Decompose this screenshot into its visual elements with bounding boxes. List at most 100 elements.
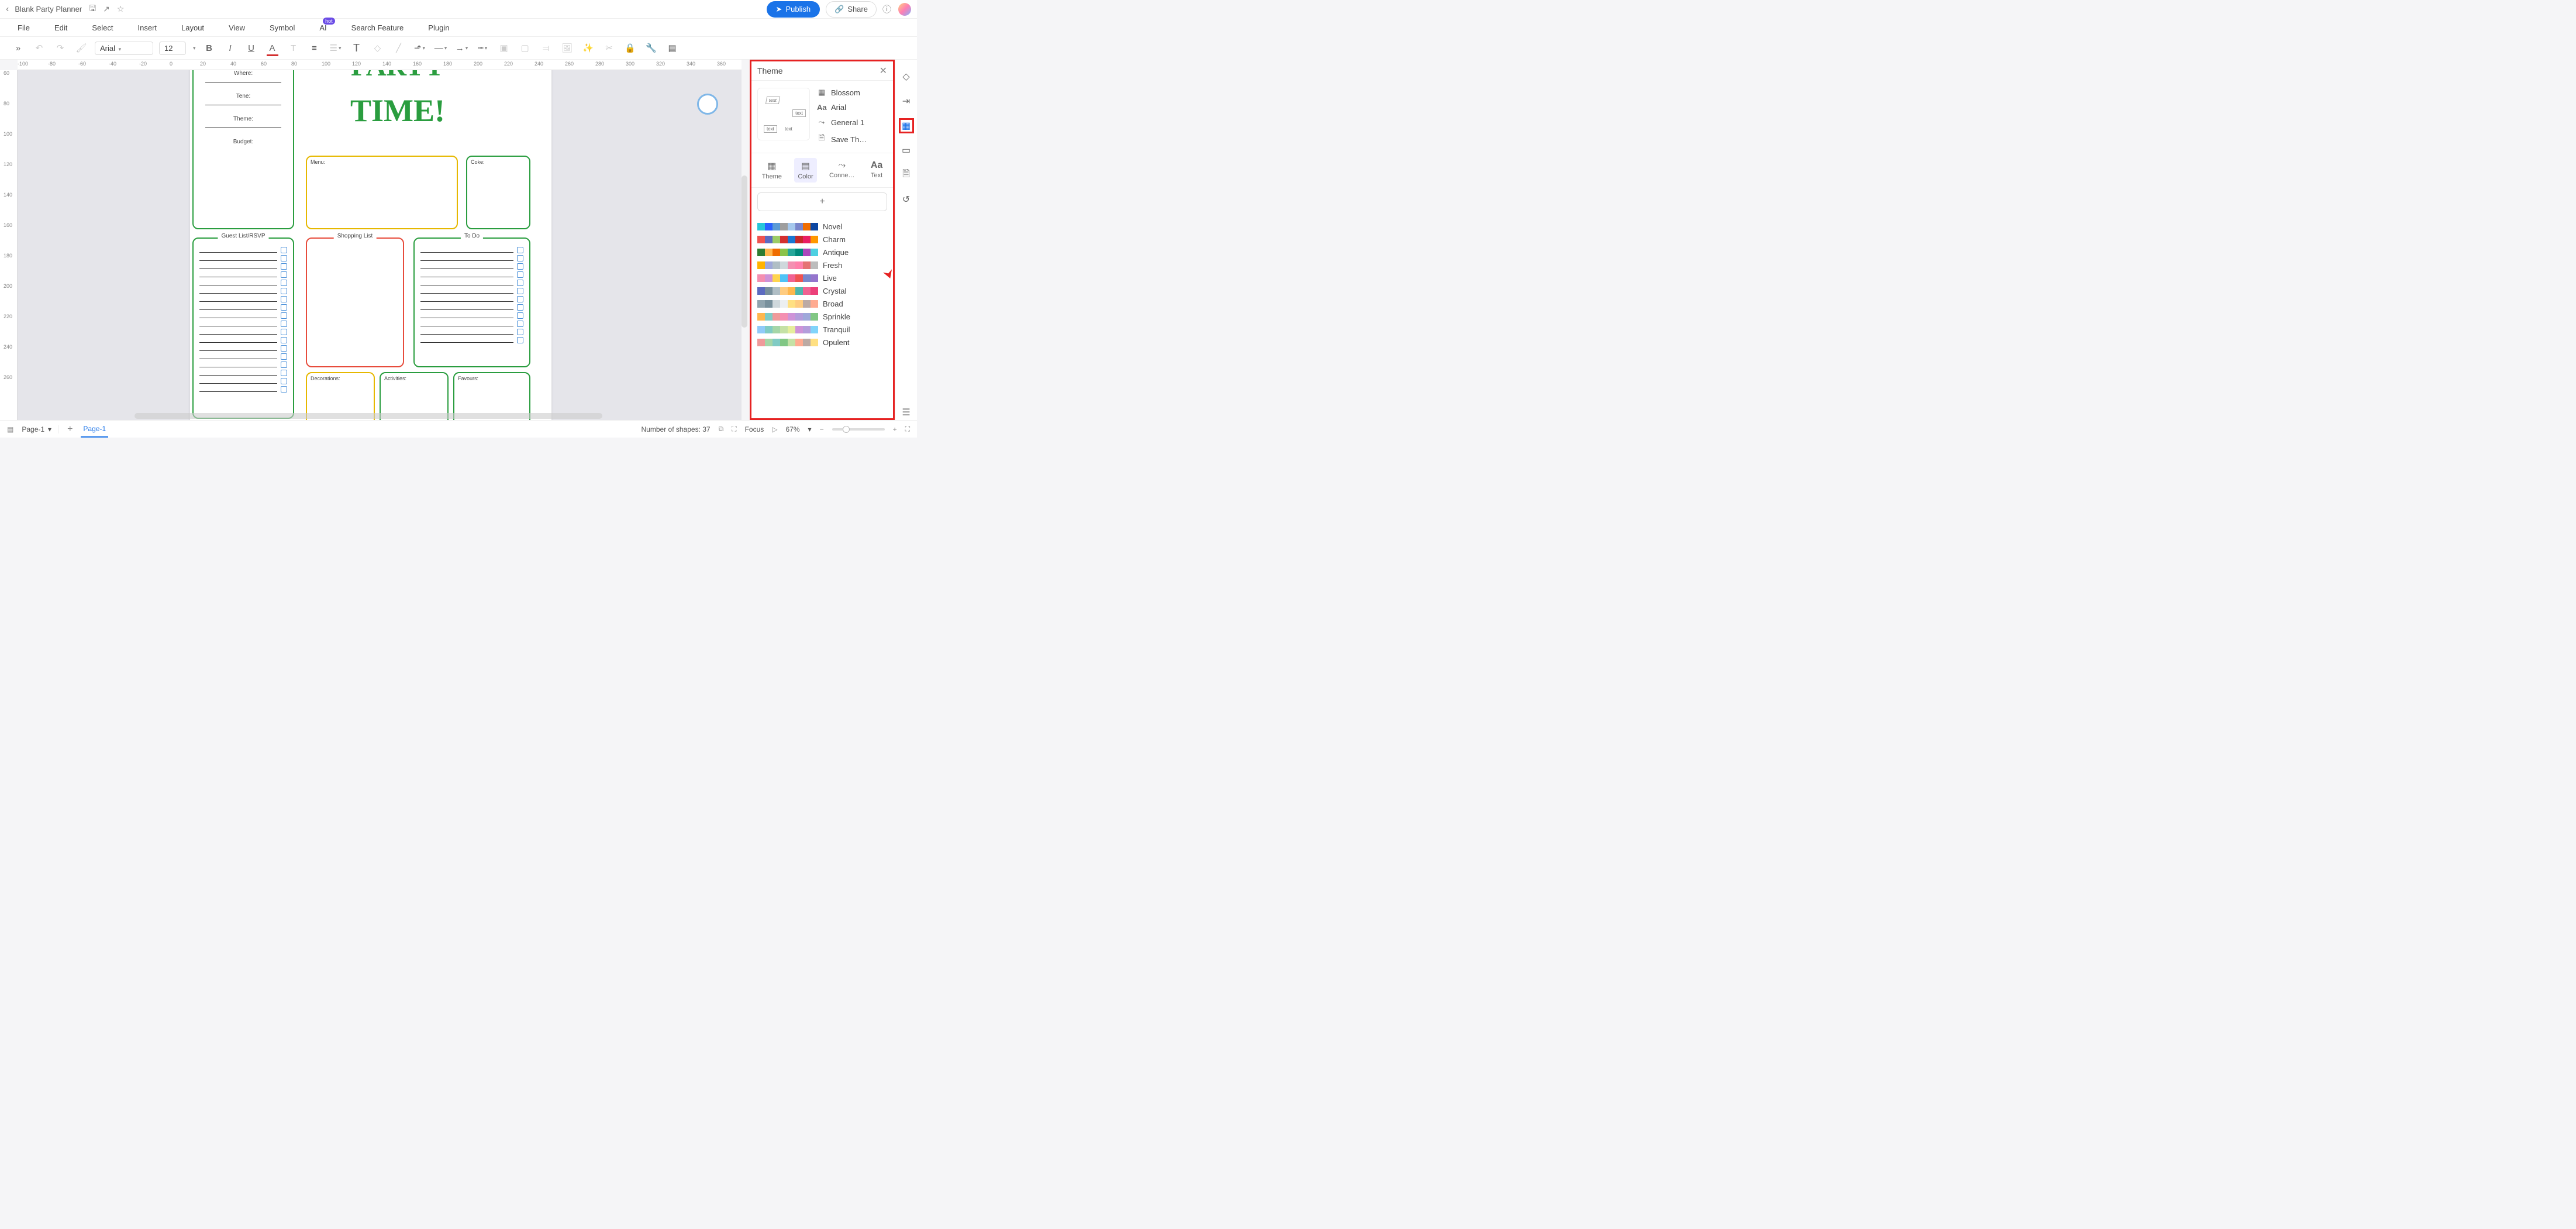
pages-icon[interactable]: ▤ <box>7 425 13 433</box>
bold-icon[interactable]: B <box>202 40 217 56</box>
page-select[interactable]: Page-1 ▾ <box>22 425 59 433</box>
menu-view[interactable]: View <box>229 23 245 32</box>
palette-novel[interactable]: Novel <box>757 222 887 231</box>
close-icon[interactable]: ✕ <box>880 65 887 77</box>
page-icon[interactable]: 🗎 <box>899 167 914 183</box>
menu-file[interactable]: File <box>18 23 30 32</box>
menu-edit[interactable]: Edit <box>54 23 67 32</box>
open-external-icon[interactable]: ↗ <box>103 4 110 14</box>
checkbox[interactable] <box>281 345 287 352</box>
checkbox[interactable] <box>281 288 287 294</box>
checkbox[interactable] <box>517 280 523 286</box>
lock-icon[interactable]: 🔒 <box>623 40 638 56</box>
sparkle-icon[interactable]: ✨ <box>581 40 596 56</box>
zoom-slider[interactable] <box>832 428 885 431</box>
horizontal-scrollbar[interactable] <box>135 413 602 419</box>
menu-layout[interactable]: Layout <box>181 23 204 32</box>
layout-icon[interactable]: ▤ <box>665 40 680 56</box>
dash-icon[interactable]: ┉▾ <box>475 40 491 56</box>
checkbox[interactable] <box>281 304 287 311</box>
italic-icon[interactable]: I <box>223 40 238 56</box>
share-button[interactable]: 🔗Share <box>826 1 877 18</box>
checkbox[interactable] <box>281 337 287 343</box>
checkbox[interactable] <box>281 280 287 286</box>
checkbox[interactable] <box>281 312 287 319</box>
checkbox[interactable] <box>517 288 523 294</box>
checkbox[interactable] <box>281 329 287 335</box>
checkbox[interactable] <box>281 263 287 270</box>
checkbox[interactable] <box>517 296 523 302</box>
canvas[interactable]: PARTY TIME! Where: Tene: Theme: Budget: … <box>18 70 742 420</box>
brush-icon[interactable]: 🖌 <box>74 40 89 56</box>
avatar[interactable] <box>898 3 911 16</box>
group-icon[interactable]: ▣ <box>496 40 512 56</box>
list-icon[interactable]: ☰ <box>899 405 914 420</box>
line-spacing-icon[interactable]: ☰▾ <box>328 40 343 56</box>
checkbox[interactable] <box>281 271 287 278</box>
tab-text[interactable]: AaText <box>867 158 886 183</box>
checkbox[interactable] <box>517 247 523 253</box>
redo-icon[interactable]: ↷ <box>53 40 68 56</box>
checkbox[interactable] <box>281 255 287 261</box>
font-select[interactable]: Arial ▾ <box>95 42 153 55</box>
zoom-value[interactable]: 67% <box>786 425 800 433</box>
present-icon[interactable]: ▭ <box>899 143 914 158</box>
align-objects-icon[interactable]: ⫤ <box>539 40 554 56</box>
menu-ai[interactable]: AIhot <box>319 23 326 32</box>
star-icon[interactable]: ☆ <box>117 4 125 14</box>
palette-opulent[interactable]: Opulent <box>757 338 887 347</box>
vertical-scrollbar[interactable] <box>742 175 747 328</box>
menu-plugin[interactable]: Plugin <box>428 23 449 32</box>
font-size-select[interactable]: 12 <box>159 42 186 55</box>
arrow-icon[interactable]: →▾ <box>454 40 470 56</box>
checkbox[interactable] <box>281 353 287 360</box>
undo-icon[interactable]: ↶ <box>32 40 47 56</box>
menu-search-feature[interactable]: Search Feature <box>351 23 404 32</box>
checkbox[interactable] <box>281 370 287 376</box>
underline-icon[interactable]: U <box>244 40 259 56</box>
checkbox[interactable] <box>517 337 523 343</box>
palette-crystal[interactable]: Crystal <box>757 287 887 295</box>
tab-connector[interactable]: ⤳Conne… <box>826 158 858 183</box>
checkbox[interactable] <box>281 321 287 327</box>
menu-insert[interactable]: Insert <box>138 23 157 32</box>
palette-tranquil[interactable]: Tranquil <box>757 325 887 334</box>
history-icon[interactable]: ↺ <box>899 192 914 207</box>
palette-charm[interactable]: Charm <box>757 235 887 244</box>
text-tool-icon[interactable]: T <box>349 40 364 56</box>
line-color-icon[interactable]: ╱ <box>391 40 406 56</box>
fullscreen-icon[interactable]: ⛶ <box>905 425 910 433</box>
checkbox[interactable] <box>281 296 287 302</box>
zoom-in-icon[interactable]: + <box>893 425 897 433</box>
checkbox[interactable] <box>517 321 523 327</box>
tab-theme[interactable]: ▦Theme <box>758 158 785 183</box>
fill-icon[interactable]: ◇ <box>370 40 385 56</box>
help-icon[interactable]: ⓘ <box>882 3 891 15</box>
palette-antique[interactable]: Antique <box>757 248 887 257</box>
theme-blossom[interactable]: ▦Blossom <box>817 88 887 97</box>
palette-broad[interactable]: Broad <box>757 299 887 308</box>
image-icon[interactable]: 🖼 <box>560 40 575 56</box>
wrench-icon[interactable]: 🔧 <box>644 40 659 56</box>
size-dd-icon[interactable]: ▾ <box>193 45 196 51</box>
palette-fresh[interactable]: Fresh <box>757 261 887 270</box>
back-button[interactable]: ‹ <box>6 4 9 15</box>
theme-font[interactable]: AaArial <box>817 103 887 112</box>
checkbox[interactable] <box>281 247 287 253</box>
crop-icon[interactable]: ✂ <box>602 40 617 56</box>
ungroup-icon[interactable]: ▢ <box>518 40 533 56</box>
layers-icon[interactable]: ⧉ <box>719 425 724 433</box>
page-tab[interactable]: Page-1 <box>81 421 108 438</box>
play-icon[interactable]: ▷ <box>772 425 777 433</box>
palette-live[interactable]: Live <box>757 274 887 283</box>
align-icon[interactable]: ≡ <box>307 40 322 56</box>
tab-color[interactable]: ▤Color <box>794 158 816 183</box>
focus-label[interactable]: Focus <box>745 425 764 433</box>
fit-icon[interactable]: ⛶ <box>732 425 736 433</box>
checkbox[interactable] <box>517 255 523 261</box>
line-style-icon[interactable]: —▾ <box>433 40 449 56</box>
theme-connector[interactable]: ⤳General 1 <box>817 118 887 127</box>
menu-select[interactable]: Select <box>92 23 113 32</box>
expand-sidebar-icon[interactable]: » <box>11 40 26 56</box>
checkbox[interactable] <box>517 271 523 278</box>
